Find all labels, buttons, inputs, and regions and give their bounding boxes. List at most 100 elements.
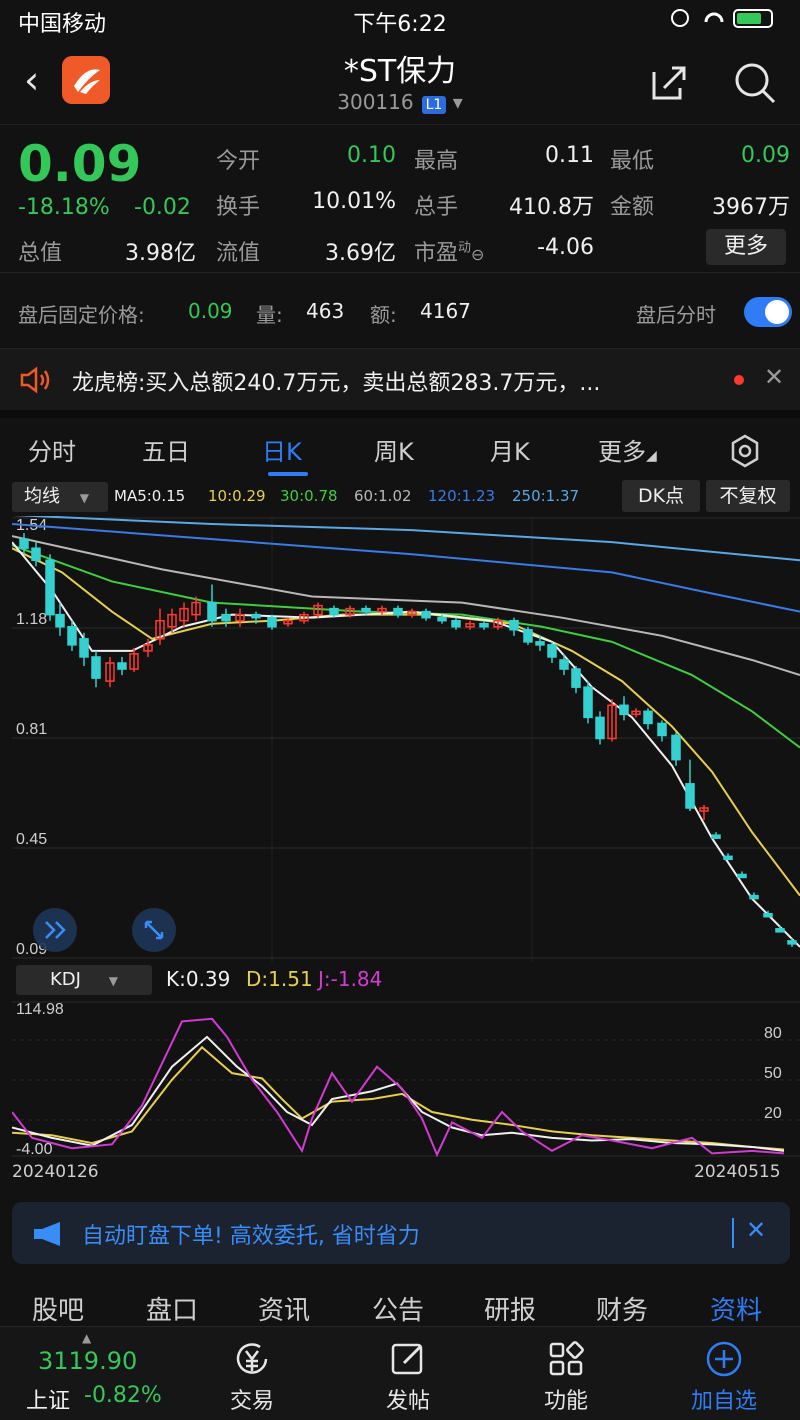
gear-icon[interactable] <box>728 434 762 468</box>
candle-body <box>749 894 759 900</box>
kdj-axis-top: 114.98 <box>16 1001 64 1018</box>
turnover-value: 10.01% <box>312 189 396 214</box>
y-axis-label: 0.81 <box>16 721 47 738</box>
after-hours-price: 0.09 <box>188 299 233 323</box>
kdj-bar: KDJ ▼ K:0.39 D:1.51 J:-1.84 <box>0 962 800 996</box>
news-ticker[interactable]: 龙虎榜:买入总额240.7万元，卖出总额283.7万元，... ✕ <box>0 348 800 410</box>
adjust-button[interactable]: 不复权 <box>706 480 790 512</box>
nav-post[interactable]: 发帖 <box>348 1327 468 1420</box>
end-date: 20240515 <box>694 1162 781 1182</box>
chevron-down-icon: ◢ <box>646 448 657 464</box>
candle-body <box>723 855 733 861</box>
candle-body <box>221 613 231 622</box>
news-tag: 龙虎榜: <box>72 371 146 396</box>
after-hours-bar: 盘后固定价格: 0.09 量: 463 额: 4167 盘后分时 <box>0 272 800 348</box>
candle-body <box>583 686 593 719</box>
news-body: 买入总额240.7万元，卖出总额283.7万元，... <box>145 371 601 396</box>
candle-body <box>671 734 681 761</box>
promo-banner[interactable]: 自动盯盘下单! 高效委托, 省时省力 ✕ <box>12 1202 790 1264</box>
nav-trade[interactable]: 交易 <box>192 1327 312 1420</box>
after-hours-vol-label: 量: <box>256 303 283 327</box>
tab-intraday[interactable]: 分时 <box>28 432 76 467</box>
tab-more[interactable]: 更多◢ <box>598 432 657 467</box>
after-hours-amt: 4167 <box>420 299 471 323</box>
yen-cycle-icon <box>236 1343 268 1374</box>
candle-body <box>535 641 545 646</box>
nav-add-watchlist[interactable]: 加自选 <box>664 1327 784 1420</box>
float-cap-label: 流值 <box>216 241 261 266</box>
tab-monthly-k[interactable]: 月K <box>490 432 530 467</box>
candle-body <box>479 622 489 628</box>
stock-header: ‹ *ST保力 300116 L1 ▾ <box>0 40 800 124</box>
change-amount: -0.02 <box>134 195 191 220</box>
chevron-up-icon: ▲ <box>82 1331 92 1345</box>
high-value: 0.11 <box>545 143 594 168</box>
dk-point-button[interactable]: DK点 <box>622 480 700 512</box>
index-value[interactable]: 3119.90 <box>38 1347 137 1375</box>
tab-order-book[interactable]: 盘口 <box>146 1290 198 1327</box>
search-icon[interactable] <box>732 60 778 106</box>
index-change: -0.82% <box>84 1383 162 1408</box>
share-icon[interactable] <box>648 62 690 104</box>
close-icon[interactable]: ✕ <box>764 363 784 391</box>
megaphone-icon <box>34 1222 60 1246</box>
tab-five-day[interactable]: 五日 <box>142 432 190 467</box>
volume-value: 410.8万 <box>509 195 594 220</box>
close-icon[interactable]: ✕ <box>746 1216 766 1244</box>
candle-body <box>763 912 773 918</box>
candle-body <box>267 616 277 628</box>
kdj-selector-label: KDJ <box>50 969 81 990</box>
ma-bar: 均线 ▼ MA5:0.15 10:0.29 30:0.78 60:1.02 12… <box>0 478 800 516</box>
stock-code-text: 300116 <box>337 90 414 114</box>
candle-body <box>509 619 519 631</box>
chevron-down-icon: ▼ <box>108 974 118 988</box>
float-cap-value: 3.69亿 <box>325 241 396 266</box>
candle-body <box>251 613 261 619</box>
tab-profile[interactable]: 资料 <box>710 1290 762 1327</box>
change-percent: -18.18% <box>18 195 110 220</box>
status-bar: 中国移动 下午6:22 <box>0 0 800 40</box>
index-name: 上证 <box>26 1389 71 1414</box>
quote-panel: 0.09 -18.18% -0.02 今开 0.10 最高 0.11 最低 0.… <box>0 124 800 272</box>
battery-icon <box>671 9 773 28</box>
turnover-label: 换手 <box>216 195 261 220</box>
kdj-k-value: K:0.39 <box>166 967 231 991</box>
tab-more-label: 更多 <box>598 438 646 466</box>
tab-daily-k[interactable]: 日K <box>262 432 302 467</box>
kdj-selector[interactable]: KDJ ▼ <box>16 965 152 995</box>
after-hours-toggle[interactable] <box>744 297 792 327</box>
pe-sup: 动 <box>458 240 472 256</box>
candle-body <box>595 716 605 740</box>
y-axis-label: 0.45 <box>16 831 47 848</box>
candle-body <box>657 722 667 737</box>
candle-body <box>787 940 797 945</box>
tab-weekly-k[interactable]: 周K <box>374 432 414 467</box>
candle-body <box>19 538 29 549</box>
kdj-level-label: 80 <box>764 1025 782 1042</box>
candle-body <box>31 547 41 562</box>
kdj-chart[interactable]: 114.98 -4.00 80 50 20 <box>12 996 800 1164</box>
candle-body <box>451 619 461 628</box>
chevron-down-icon: ▾ <box>452 90 463 114</box>
nav-add-watchlist-label: 加自选 <box>690 1389 757 1414</box>
kline-chart[interactable]: 1.541.180.810.450.09 <box>12 516 800 962</box>
candle-body <box>67 625 77 646</box>
ma5-line <box>12 541 800 948</box>
high-label: 最高 <box>414 149 459 174</box>
kdj-j-value: J:-1.84 <box>318 967 383 991</box>
nav-functions[interactable]: 功能 <box>506 1327 626 1420</box>
tab-news[interactable]: 资讯 <box>258 1290 310 1327</box>
tab-forum[interactable]: 股吧 <box>32 1290 84 1327</box>
ma30-line <box>12 544 800 749</box>
tab-financials[interactable]: 财务 <box>596 1290 648 1327</box>
tab-research[interactable]: 研报 <box>484 1290 536 1327</box>
candle-body <box>79 638 89 658</box>
amount-value: 3967万 <box>712 195 790 220</box>
ma-selector[interactable]: 均线 ▼ <box>12 482 108 512</box>
tab-announcements[interactable]: 公告 <box>372 1290 424 1327</box>
speaker-icon <box>20 366 50 394</box>
unread-dot <box>734 375 744 385</box>
more-button[interactable]: 更多 <box>706 229 786 265</box>
ma30-value: 30:0.78 <box>280 487 338 505</box>
divider <box>732 1218 734 1248</box>
